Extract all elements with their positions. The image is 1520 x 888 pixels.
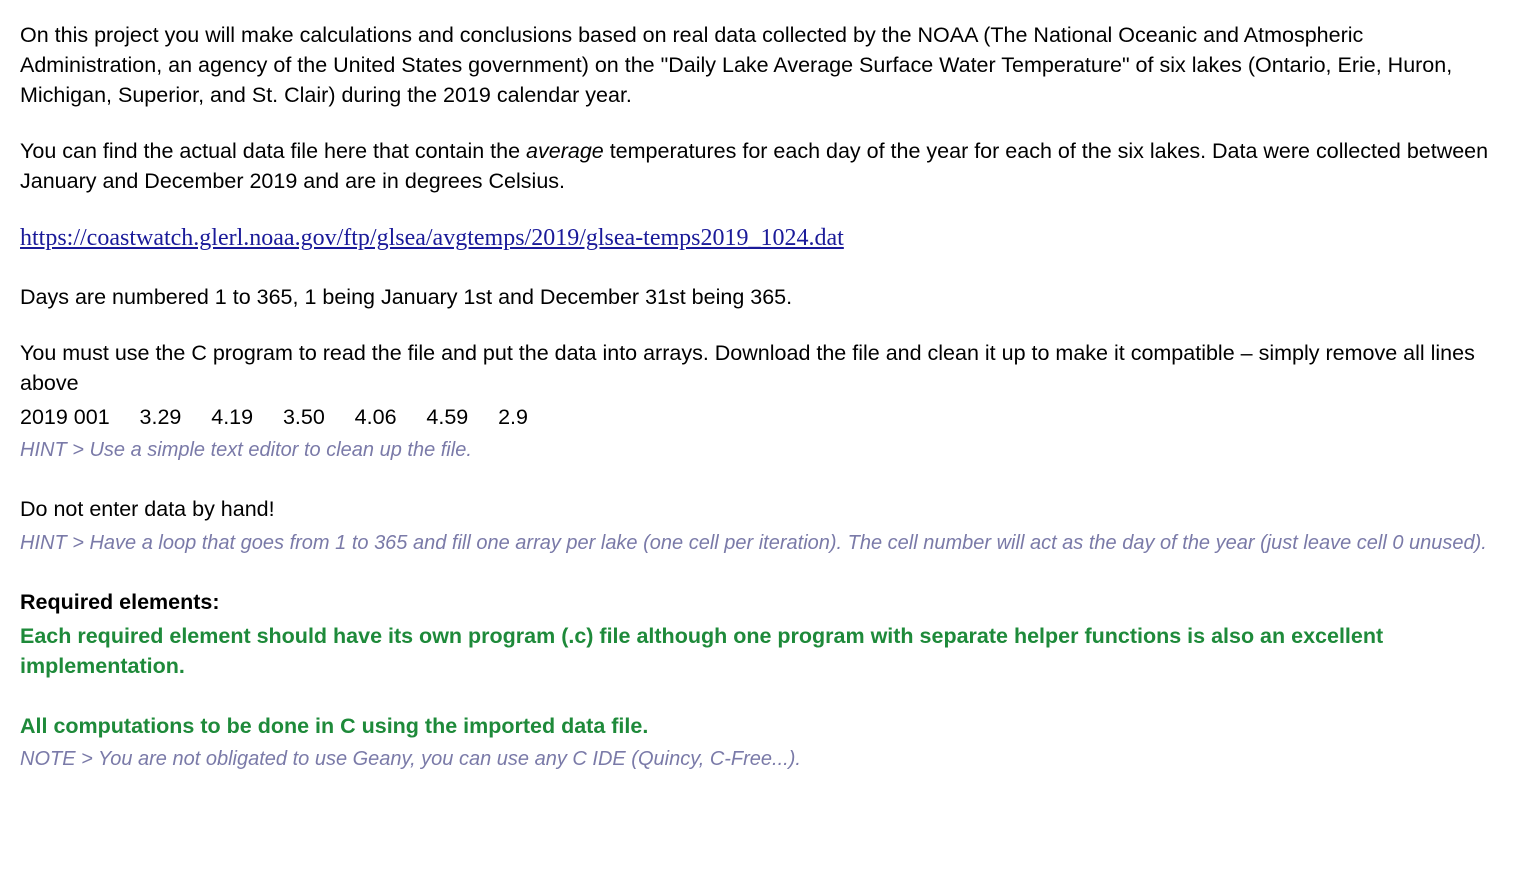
required-elements-header: Required elements: xyxy=(20,587,1500,617)
no-manual-entry: Do not enter data by hand! xyxy=(20,494,1500,524)
hint-cleanup: HINT > Use a simple text editor to clean… xyxy=(20,436,1500,464)
required-elements-text: Each required element should have its ow… xyxy=(20,621,1500,681)
intro-paragraph: On this project you will make calculatio… xyxy=(20,20,1500,110)
computations-text: All computations to be done in C using t… xyxy=(20,711,1500,741)
hint-loop: HINT > Have a loop that goes from 1 to 3… xyxy=(20,529,1500,557)
sample-data-line: 2019 001 3.29 4.19 3.50 4.06 4.59 2.9 xyxy=(20,402,1500,432)
data-file-link[interactable]: https://coastwatch.glerl.noaa.gov/ftp/gl… xyxy=(20,225,844,251)
average-emphasis: average xyxy=(526,139,604,163)
data-file-paragraph: You can find the actual data file here t… xyxy=(20,136,1500,196)
days-numbered-paragraph: Days are numbered 1 to 365, 1 being Janu… xyxy=(20,282,1500,312)
cleanup-instructions: You must use the C program to read the f… xyxy=(20,338,1500,398)
data-file-pre: You can find the actual data file here t… xyxy=(20,139,526,163)
note-ide: NOTE > You are not obligated to use Gean… xyxy=(20,745,1500,773)
